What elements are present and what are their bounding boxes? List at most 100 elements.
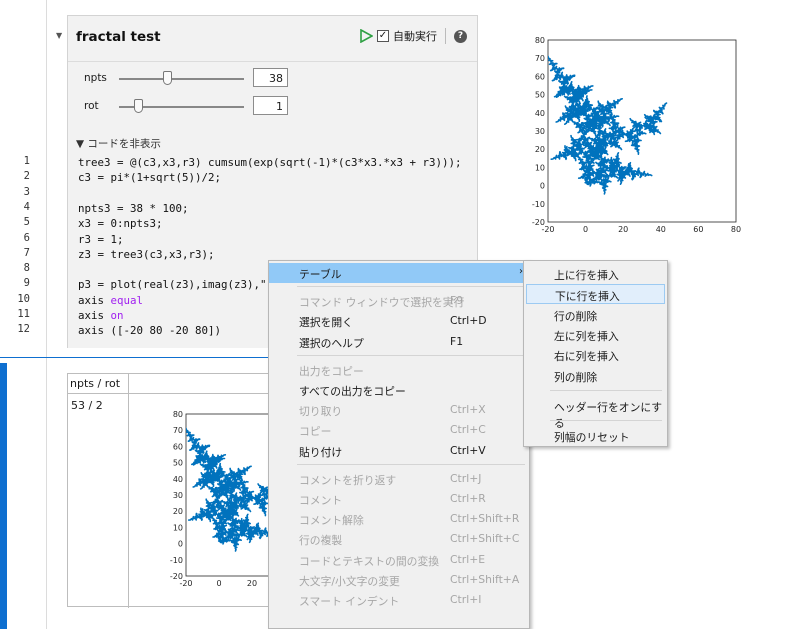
slider-thumb[interactable] bbox=[162, 71, 172, 85]
run-icon[interactable] bbox=[359, 29, 373, 43]
code-line[interactable]: z3 = tree3(c3,x3,r3); bbox=[78, 248, 215, 261]
code-text: npts3 = 38 * 100; bbox=[78, 201, 189, 215]
submenu-item-label: 上に行を挿入 bbox=[554, 269, 619, 282]
line-number: 12 bbox=[17, 323, 30, 336]
submenu-item-label: 列幅のリセット bbox=[554, 431, 630, 445]
y-tick-label: 80 bbox=[173, 410, 183, 419]
menu-item-shortcut: Ctrl+V bbox=[450, 443, 486, 457]
menu-item: コピー Ctrl+C bbox=[269, 420, 529, 440]
code-keyword: on bbox=[110, 309, 124, 322]
menu-item-label: 選択を開く bbox=[299, 316, 353, 330]
submenu-item[interactable]: 列の削除 bbox=[526, 366, 665, 386]
menu-item-label: コメント bbox=[299, 494, 343, 507]
menu-item[interactable]: すべての出力をコピー bbox=[269, 380, 529, 400]
code-line[interactable]: axis on bbox=[78, 309, 124, 322]
menu-item-shortcut: F1 bbox=[450, 334, 464, 348]
menu-item-label: コードとテキストの間の変換 bbox=[299, 554, 440, 568]
menu-item-shortcut: Ctrl+E bbox=[450, 552, 486, 566]
menu-item-label: コピー bbox=[299, 425, 332, 439]
menu-item: 出力をコピー bbox=[269, 360, 529, 380]
y-tick-label: 20 bbox=[173, 507, 183, 516]
line-number: 9 bbox=[23, 277, 30, 290]
menu-item-label: すべての出力をコピー bbox=[299, 385, 406, 398]
x-tick-label: 0 bbox=[216, 579, 221, 588]
menu-item-shortcut: Ctrl+X bbox=[450, 403, 486, 417]
menu-item[interactable]: 選択のヘルプ F1 bbox=[269, 332, 529, 352]
submenu-item-label: 左に列を挿入 bbox=[554, 329, 619, 343]
submenu-item-label: 行の削除 bbox=[554, 309, 598, 323]
line-number: 3 bbox=[23, 185, 30, 198]
y-tick-label: 50 bbox=[535, 91, 545, 100]
row-label: 53 / 2 bbox=[71, 399, 103, 412]
x-tick-label: 80 bbox=[731, 225, 741, 234]
toolbar-divider bbox=[445, 28, 446, 44]
menu-separator bbox=[297, 354, 525, 356]
submenu-item[interactable]: 左に列を挿入 bbox=[526, 325, 665, 345]
y-tick-label: 10 bbox=[535, 163, 545, 172]
y-tick-label: 60 bbox=[535, 72, 545, 81]
code-line[interactable]: r3 = 1; bbox=[78, 233, 124, 246]
param-value-field[interactable]: 1 bbox=[253, 96, 288, 115]
header-cell: npts / rot bbox=[70, 377, 121, 390]
submenu-item[interactable]: ヘッダー行をオンにする bbox=[526, 396, 665, 430]
y-tick-label: -10 bbox=[532, 200, 545, 209]
menu-item-label: テーブル bbox=[299, 268, 342, 281]
menu-item: 大文字/小文字の変更 Ctrl+Shift+A bbox=[269, 570, 529, 590]
auto-run-checkbox[interactable]: ✓ bbox=[377, 30, 389, 42]
control-toolbar: ✓ 自動実行 ? bbox=[359, 28, 467, 44]
menu-item-shortcut: Ctrl+J bbox=[450, 471, 482, 485]
param-name: npts bbox=[84, 72, 107, 84]
param-value-field[interactable]: 38 bbox=[253, 68, 288, 87]
submenu-item[interactable]: 行の削除 bbox=[526, 305, 665, 325]
code-line[interactable]: x3 = 0:npts3; bbox=[78, 217, 163, 230]
code-line[interactable]: c3 = pi*(1+sqrt(5))/2; bbox=[78, 171, 221, 184]
param-rot: rot 1 bbox=[84, 96, 464, 118]
code-line[interactable]: tree3 = @(c3,x3,r3) cumsum(exp(sqrt(-1)*… bbox=[78, 156, 462, 169]
auto-run-label: 自動実行 bbox=[393, 30, 437, 43]
submenu-item[interactable]: 上に行を挿入 bbox=[526, 264, 665, 284]
menu-item[interactable]: テーブル › bbox=[269, 263, 529, 283]
code-line[interactable]: p3 = plot(real(z3),imag(z3)," bbox=[78, 278, 267, 291]
line-number: 7 bbox=[23, 246, 30, 259]
menu-item-shortcut: F9 bbox=[450, 294, 464, 308]
line-number: 10 bbox=[17, 292, 30, 305]
collapse-control-icon[interactable]: ▼ bbox=[56, 31, 62, 40]
menu-item-label: コマンド ウィンドウで選択を実行 bbox=[299, 296, 465, 310]
code-keyword: equal bbox=[110, 293, 144, 307]
submenu-item[interactable]: 右に列を挿入 bbox=[526, 345, 665, 365]
line-number: 4 bbox=[23, 200, 30, 213]
code-text: tree3 = @(c3,x3,r3) cumsum(exp(sqrt(-1)*… bbox=[78, 156, 462, 169]
code-line[interactable]: axis equal bbox=[78, 294, 143, 307]
line-number-gutter: 1 2 3 4 5 6 7 8 9 10 11 12 bbox=[0, 0, 47, 629]
submenu-item[interactable]: 列幅のリセット bbox=[526, 426, 665, 446]
slider-track[interactable] bbox=[119, 78, 244, 80]
help-icon[interactable]: ? bbox=[454, 29, 467, 43]
menu-item-label: 切り取り bbox=[299, 405, 343, 419]
line-number: 8 bbox=[23, 262, 30, 275]
y-tick-label: 0 bbox=[540, 182, 545, 191]
hide-code-toggle[interactable]: ▼ コードを非表示 bbox=[76, 136, 161, 151]
code-text: axis bbox=[78, 309, 111, 322]
submenu-item[interactable]: 下に行を挿入 bbox=[526, 284, 665, 305]
fractal-plot-output: -20 0 2080706050403020100-10-20 bbox=[170, 410, 277, 588]
code-text: p3 = plot(real(z3),imag(z3)," bbox=[78, 278, 267, 292]
x-tick-label: 20 bbox=[618, 225, 628, 234]
y-tick-label: -10 bbox=[170, 556, 183, 565]
line-number: 5 bbox=[23, 216, 30, 229]
menu-item[interactable]: 貼り付け Ctrl+V bbox=[269, 441, 529, 461]
y-tick-label: 70 bbox=[535, 54, 545, 63]
x-tick-label: 60 bbox=[693, 225, 703, 234]
menu-item-label: コメント解除 bbox=[299, 514, 364, 528]
code-text: z3 = tree3(c3,x3,r3); bbox=[78, 247, 215, 261]
code-line[interactable]: npts3 = 38 * 100; bbox=[78, 202, 189, 215]
submenu-item-label: 列の削除 bbox=[554, 370, 598, 384]
submenu-separator bbox=[550, 420, 662, 422]
menu-item-label: スマート インデント bbox=[299, 595, 400, 608]
code-line[interactable]: axis ([-20 80 -20 80]) bbox=[78, 324, 221, 337]
control-title: fractal test bbox=[76, 29, 161, 45]
y-tick-label: -20 bbox=[532, 218, 545, 227]
menu-item[interactable]: 選択を開く Ctrl+D bbox=[269, 311, 529, 331]
slider-thumb[interactable] bbox=[133, 99, 143, 113]
plot-top-right: -20 0 20 40 60 80 80 70 60 50 40 30 20 10 0 -10 -20 bbox=[520, 30, 750, 248]
menu-item-label: 選択のヘルプ bbox=[299, 336, 364, 350]
